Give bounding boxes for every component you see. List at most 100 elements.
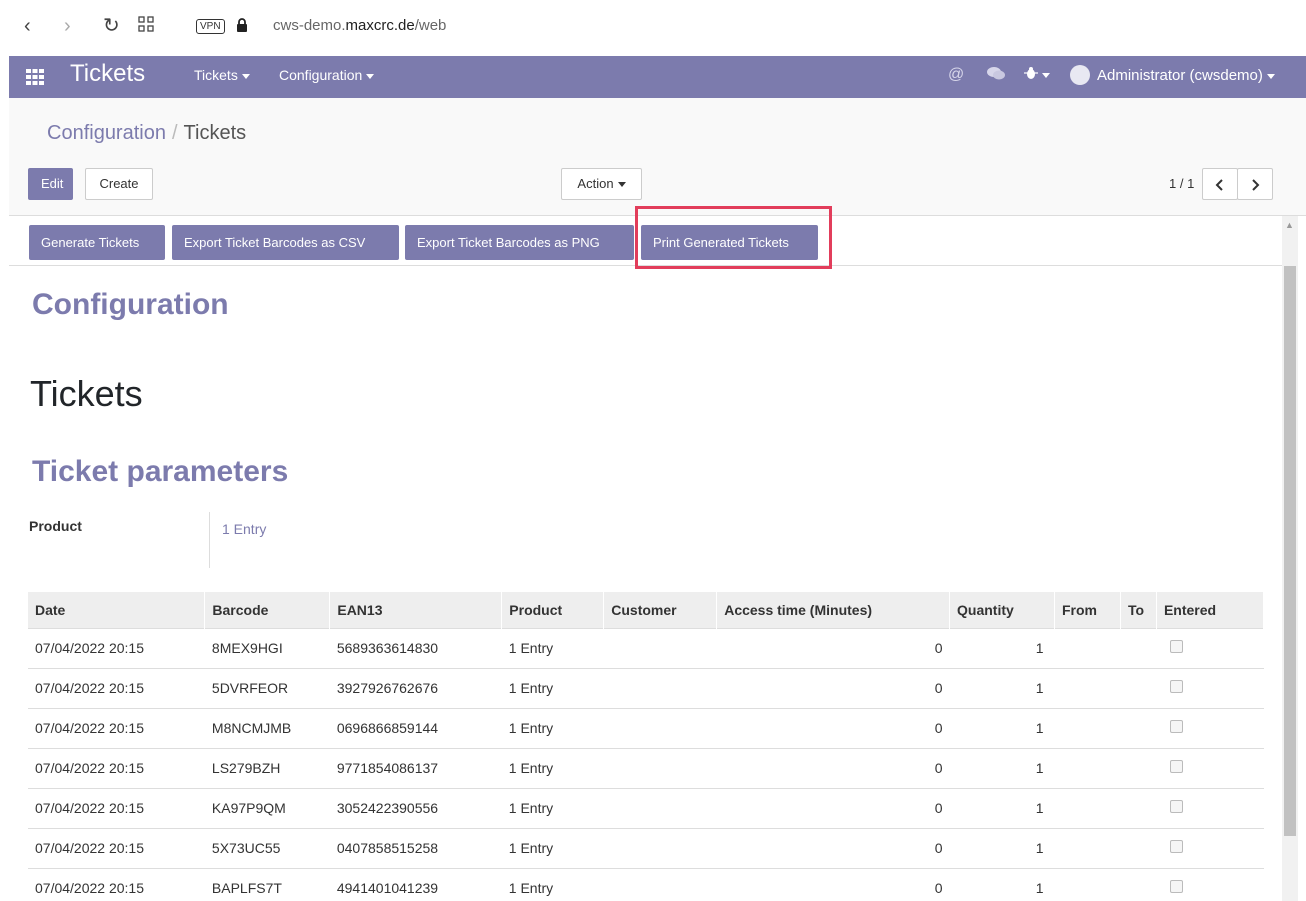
pager-value[interactable]: 1 / 1 (1169, 176, 1194, 191)
menu-tickets[interactable]: Tickets (194, 67, 250, 83)
menu-tickets-label: Tickets (194, 67, 238, 83)
cell-product: 1 Entry (501, 827, 604, 868)
chat-icon[interactable] (987, 66, 1005, 87)
chevron-right-icon (1252, 179, 1260, 191)
cell-access-time: 0 (716, 667, 950, 708)
col-from[interactable]: From (1054, 592, 1121, 628)
form-title: Configuration (32, 288, 229, 321)
cell-date: 07/04/2022 20:15 (28, 707, 205, 748)
col-barcode[interactable]: Barcode (204, 592, 331, 628)
entered-checkbox[interactable] (1170, 680, 1184, 693)
section-title: Ticket parameters (32, 455, 289, 488)
cell-access-time: 0 (716, 747, 950, 788)
scroll-up-icon[interactable]: ▲ (1285, 220, 1294, 230)
cell-quantity: 1 (949, 707, 1055, 748)
cell-ean13: 3927926762676 (329, 667, 502, 708)
cell-date: 07/04/2022 20:15 (28, 827, 205, 868)
scrollbar-thumb[interactable] (1284, 266, 1296, 836)
col-quantity[interactable]: Quantity (949, 592, 1055, 628)
edit-button[interactable]: Edit (28, 168, 73, 200)
generate-tickets-button[interactable]: Generate Tickets (29, 225, 165, 260)
vpn-badge[interactable]: VPN (196, 19, 225, 34)
table-row[interactable]: 07/04/2022 20:15 8MEX9HGI 5689363614830 1 E… (28, 627, 1264, 668)
chevron-left-icon (1215, 179, 1223, 191)
breadcrumb-current: Tickets (183, 122, 247, 144)
export-png-button[interactable]: Export Ticket Barcodes as PNG (405, 225, 634, 260)
table-row[interactable]: 07/04/2022 20:15 KA97P9QM 3052422390556 1 E… (28, 787, 1264, 828)
cell-to (1120, 707, 1157, 748)
scrollbar[interactable]: ▲ (1282, 216, 1298, 901)
cell-barcode: BAPLFS7T (204, 867, 330, 901)
debug-icon[interactable] (1024, 66, 1050, 85)
table-row[interactable]: 07/04/2022 20:15 M8NCMJMB 0696866859144 1 E… (28, 707, 1264, 748)
cell-barcode: 5X73UC55 (204, 827, 330, 868)
caret-down-icon (366, 73, 375, 79)
entered-checkbox[interactable] (1170, 880, 1184, 894)
caret-down-icon (1042, 73, 1050, 79)
back-icon[interactable]: ‹ (24, 14, 31, 38)
cell-date: 07/04/2022 20:15 (28, 867, 205, 901)
cell-barcode: 5DVRFEOR (204, 667, 330, 708)
col-date[interactable]: Date (28, 592, 206, 628)
breadcrumb: Configuration / Tickets (47, 122, 246, 145)
col-access-time[interactable]: Access time (Minutes) (716, 592, 951, 628)
cell-product: 1 Entry (501, 867, 604, 901)
menu-configuration[interactable]: Configuration (279, 67, 375, 83)
cell-entered (1156, 667, 1264, 708)
entered-checkbox[interactable] (1170, 760, 1184, 773)
reload-icon[interactable]: ↻ (103, 14, 120, 38)
cell-quantity: 1 (949, 627, 1055, 668)
table-row[interactable]: 07/04/2022 20:15 5DVRFEOR 3927926762676 1 E… (28, 667, 1264, 708)
cell-quantity: 1 (949, 787, 1055, 828)
export-csv-button[interactable]: Export Ticket Barcodes as CSV (172, 225, 399, 260)
col-product[interactable]: Product (501, 592, 605, 628)
cell-access-time: 0 (716, 787, 950, 828)
speed-dial-icon[interactable] (138, 14, 154, 38)
entered-checkbox[interactable] (1170, 800, 1184, 813)
create-button[interactable]: Create (85, 168, 153, 200)
avatar[interactable] (1070, 65, 1090, 85)
cell-product: 1 Entry (501, 627, 604, 668)
col-to[interactable]: To (1120, 592, 1157, 628)
caret-down-icon (617, 182, 626, 188)
col-entered[interactable]: Entered (1156, 592, 1265, 628)
cell-barcode: KA97P9QM (204, 787, 330, 828)
cell-customer (603, 867, 717, 901)
action-dropdown[interactable]: Action (561, 168, 642, 200)
cell-product: 1 Entry (501, 747, 604, 788)
cell-access-time: 0 (716, 867, 950, 901)
cell-date: 07/04/2022 20:15 (28, 787, 205, 828)
breadcrumb-parent[interactable]: Configuration (47, 122, 166, 144)
user-menu[interactable]: Administrator (cwsdemo) (1097, 67, 1275, 84)
cell-from (1054, 827, 1121, 868)
cell-from (1054, 747, 1121, 788)
entered-checkbox[interactable] (1170, 840, 1184, 853)
mention-icon[interactable]: @ (948, 66, 964, 84)
entered-checkbox[interactable] (1170, 720, 1184, 733)
lock-icon[interactable] (236, 18, 248, 32)
pager-previous-button[interactable] (1202, 168, 1238, 200)
pager-next-button[interactable] (1237, 168, 1273, 200)
cell-entered (1156, 707, 1264, 748)
cell-from (1054, 667, 1121, 708)
cell-entered (1156, 787, 1264, 828)
forward-icon[interactable]: › (64, 14, 71, 38)
url-path: /web (414, 17, 447, 34)
browser-toolbar: ‹ › ↻ VPN cws-demo.maxcrc.de/web (0, 0, 1306, 56)
apps-grid-icon[interactable] (26, 68, 44, 86)
address-bar[interactable]: cws-demo.maxcrc.de/web (273, 17, 446, 34)
col-customer[interactable]: Customer (603, 592, 718, 628)
product-field-label: Product (29, 518, 82, 534)
cell-customer (603, 747, 717, 788)
table-row[interactable]: 07/04/2022 20:15 BAPLFS7T 4941401041239 1 E… (28, 867, 1264, 901)
table-header-row: Date Barcode EAN13 Product Customer Acce… (28, 592, 1265, 628)
menu-configuration-label: Configuration (279, 67, 363, 83)
entered-checkbox[interactable] (1170, 640, 1184, 653)
app-title[interactable]: Tickets (70, 60, 145, 88)
cell-entered (1156, 627, 1264, 668)
table-row[interactable]: 07/04/2022 20:15 5X73UC55 0407858515258 1 E… (28, 827, 1264, 868)
col-ean13[interactable]: EAN13 (329, 592, 503, 628)
cell-customer (603, 707, 717, 748)
product-field-value[interactable]: 1 Entry (222, 521, 266, 537)
table-row[interactable]: 07/04/2022 20:15 LS279BZH 9771854086137 1 E… (28, 747, 1264, 788)
